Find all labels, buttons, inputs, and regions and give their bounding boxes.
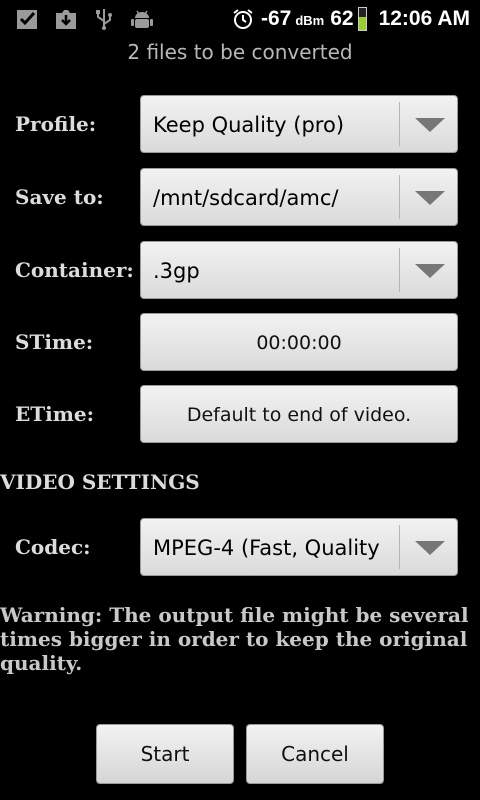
chevron-down-icon	[415, 264, 445, 278]
cancel-button[interactable]: Cancel	[246, 724, 384, 784]
warning-text: Warning: The output file might be severa…	[0, 603, 469, 675]
start-button[interactable]: Start	[96, 724, 234, 784]
signal-strength: -67 dBm	[260, 7, 325, 30]
profile-value: Keep Quality (pro)	[153, 113, 345, 137]
battery-level: 62	[330, 7, 354, 30]
alarm-clock-icon	[233, 9, 253, 29]
etime-button[interactable]: Default to end of video.	[140, 385, 458, 443]
battery-icon	[357, 7, 367, 31]
codec-spinner[interactable]: MPEG-4 (Fast, Quality	[140, 518, 458, 576]
etime-value: Default to end of video.	[186, 404, 412, 426]
profile-label: Profile:	[15, 112, 97, 136]
stime-label: STime:	[15, 330, 94, 354]
chevron-down-icon	[415, 191, 445, 205]
stime-button[interactable]: 00:00:00	[140, 313, 458, 371]
codec-label: Codec:	[15, 535, 91, 559]
container-label: Container:	[15, 258, 134, 282]
android-debug-icon	[131, 10, 153, 28]
usb-icon	[96, 9, 112, 30]
save-to-value: /mnt/sdcard/amc/	[153, 186, 339, 210]
clock: 12:06 AM	[378, 7, 470, 30]
checkbox-icon	[17, 10, 37, 29]
download-icon	[56, 10, 76, 29]
files-count-text: 2 files to be converted	[127, 40, 353, 64]
chevron-down-icon	[415, 118, 445, 132]
container-spinner[interactable]: .3gp	[140, 241, 458, 299]
status-right: -67 dBm 62 12:06 AM	[231, 4, 470, 34]
stime-value: 00:00:00	[256, 332, 342, 354]
profile-spinner[interactable]: Keep Quality (pro)	[140, 95, 458, 153]
save-to-label: Save to:	[15, 185, 104, 209]
container-value: .3gp	[153, 259, 200, 283]
video-settings-heading: VIDEO SETTINGS	[0, 470, 200, 494]
status-bar: -67 dBm 62 12:06 AM	[0, 0, 480, 38]
save-to-spinner[interactable]: /mnt/sdcard/amc/	[140, 168, 458, 226]
chevron-down-icon	[415, 541, 445, 555]
codec-value: MPEG-4 (Fast, Quality	[153, 536, 380, 560]
etime-label: ETime:	[15, 402, 94, 426]
